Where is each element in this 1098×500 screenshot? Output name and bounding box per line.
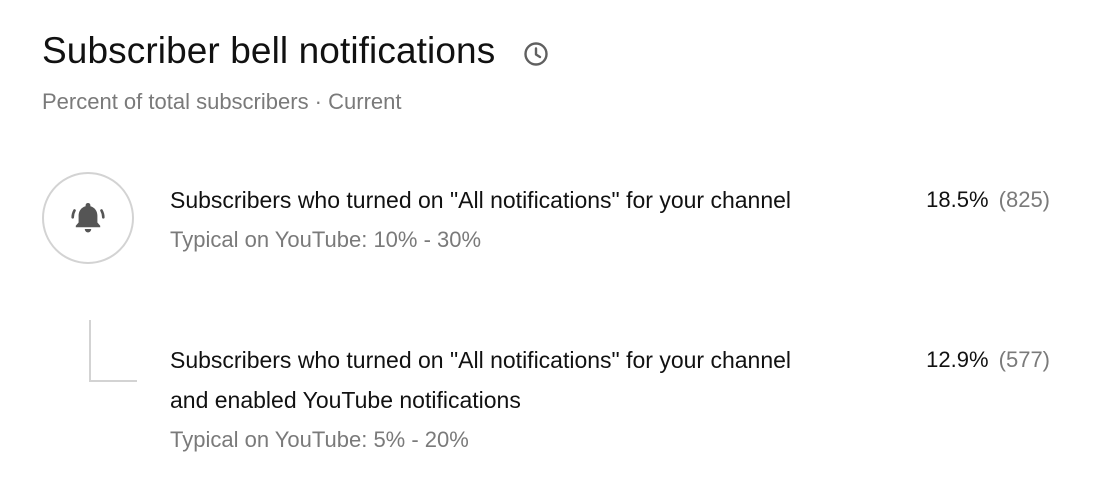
card-title: Subscriber bell notifications xyxy=(42,30,496,71)
metric-all-notifications: Subscribers who turned on "All notificat… xyxy=(170,180,1050,260)
bell-icon-badge xyxy=(42,172,134,264)
bell-ringing-icon xyxy=(71,203,105,233)
metric-percent: 12.9% xyxy=(926,347,989,372)
metric-value: 18.5% (825) xyxy=(926,180,1050,220)
card-header: Subscriber bell notifications xyxy=(42,30,549,72)
metric-count: (825) xyxy=(998,187,1050,212)
metric-all-notifications-enabled: Subscribers who turned on "All notificat… xyxy=(170,340,1050,460)
metric-typical-range: Typical on YouTube: 5% - 20% xyxy=(170,427,469,452)
card-subtitle: Percent of total subscribers · Current xyxy=(42,89,402,114)
metric-typical-range: Typical on YouTube: 10% - 30% xyxy=(170,227,482,252)
metric-label: Subscribers who turned on "All notificat… xyxy=(170,187,792,213)
tree-connector-line xyxy=(89,320,137,382)
metric-percent: 18.5% xyxy=(926,187,989,212)
metric-value: 12.9% (577) xyxy=(926,340,1050,380)
metric-count: (577) xyxy=(998,347,1050,372)
metric-label: Subscribers who turned on "All notificat… xyxy=(170,347,792,413)
subscriber-bell-card: Subscriber bell notifications Percent of… xyxy=(0,0,1098,500)
clock-icon[interactable] xyxy=(523,41,549,67)
